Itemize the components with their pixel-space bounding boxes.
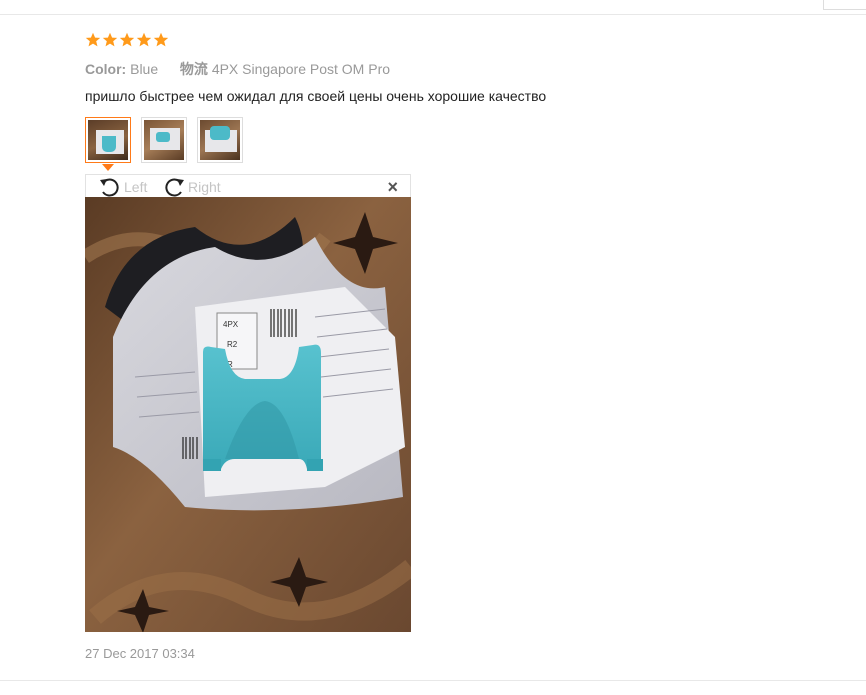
rotate-left-icon bbox=[100, 178, 119, 196]
review-photo-image: 4PX R2 R bbox=[85, 197, 411, 632]
thumbnail-image bbox=[88, 120, 128, 160]
review-attributes: Color: Blue 物流 4PX Singapore Post OM Pro bbox=[85, 59, 390, 79]
image-viewer-toolbar: Left Right × bbox=[85, 174, 411, 197]
thumbnail-image bbox=[200, 120, 240, 160]
star-rating bbox=[85, 32, 169, 48]
review-photo: 4PX R2 R bbox=[85, 197, 411, 632]
star-icon bbox=[136, 32, 152, 47]
shipping-value: 4PX Singapore Post OM Pro bbox=[211, 61, 391, 77]
thumbnail-image bbox=[144, 120, 184, 160]
label-code-text: 4PX bbox=[223, 320, 239, 329]
thumbnail-2[interactable] bbox=[141, 117, 187, 163]
thumbnail-1[interactable] bbox=[85, 117, 131, 163]
label-line-text: R2 bbox=[227, 340, 238, 349]
thumbnail-3[interactable] bbox=[197, 117, 243, 163]
review-date: 27 Dec 2017 03:34 bbox=[85, 646, 195, 661]
rotate-left-label: Left bbox=[124, 178, 148, 195]
star-icon bbox=[153, 32, 169, 47]
thumbnail-strip bbox=[85, 117, 243, 163]
close-icon[interactable]: × bbox=[387, 177, 398, 197]
review-text: пришло быстрее чем ожидал для своей цены… bbox=[85, 88, 547, 104]
shipping-label: 物流 bbox=[179, 61, 208, 77]
active-thumbnail-pointer bbox=[102, 164, 114, 171]
star-icon bbox=[85, 32, 101, 47]
rotate-left-button[interactable]: Left bbox=[98, 175, 147, 198]
star-icon bbox=[119, 32, 135, 47]
color-value: Blue bbox=[130, 61, 159, 77]
color-label: Color: bbox=[85, 61, 127, 77]
rotate-right-icon bbox=[165, 178, 184, 196]
top-right-frame bbox=[823, 0, 866, 10]
bottom-divider bbox=[0, 680, 866, 681]
top-divider bbox=[0, 14, 866, 15]
star-icon bbox=[102, 32, 118, 47]
rotate-right-label: Right bbox=[188, 178, 221, 195]
rotate-right-button[interactable]: Right bbox=[162, 175, 221, 198]
